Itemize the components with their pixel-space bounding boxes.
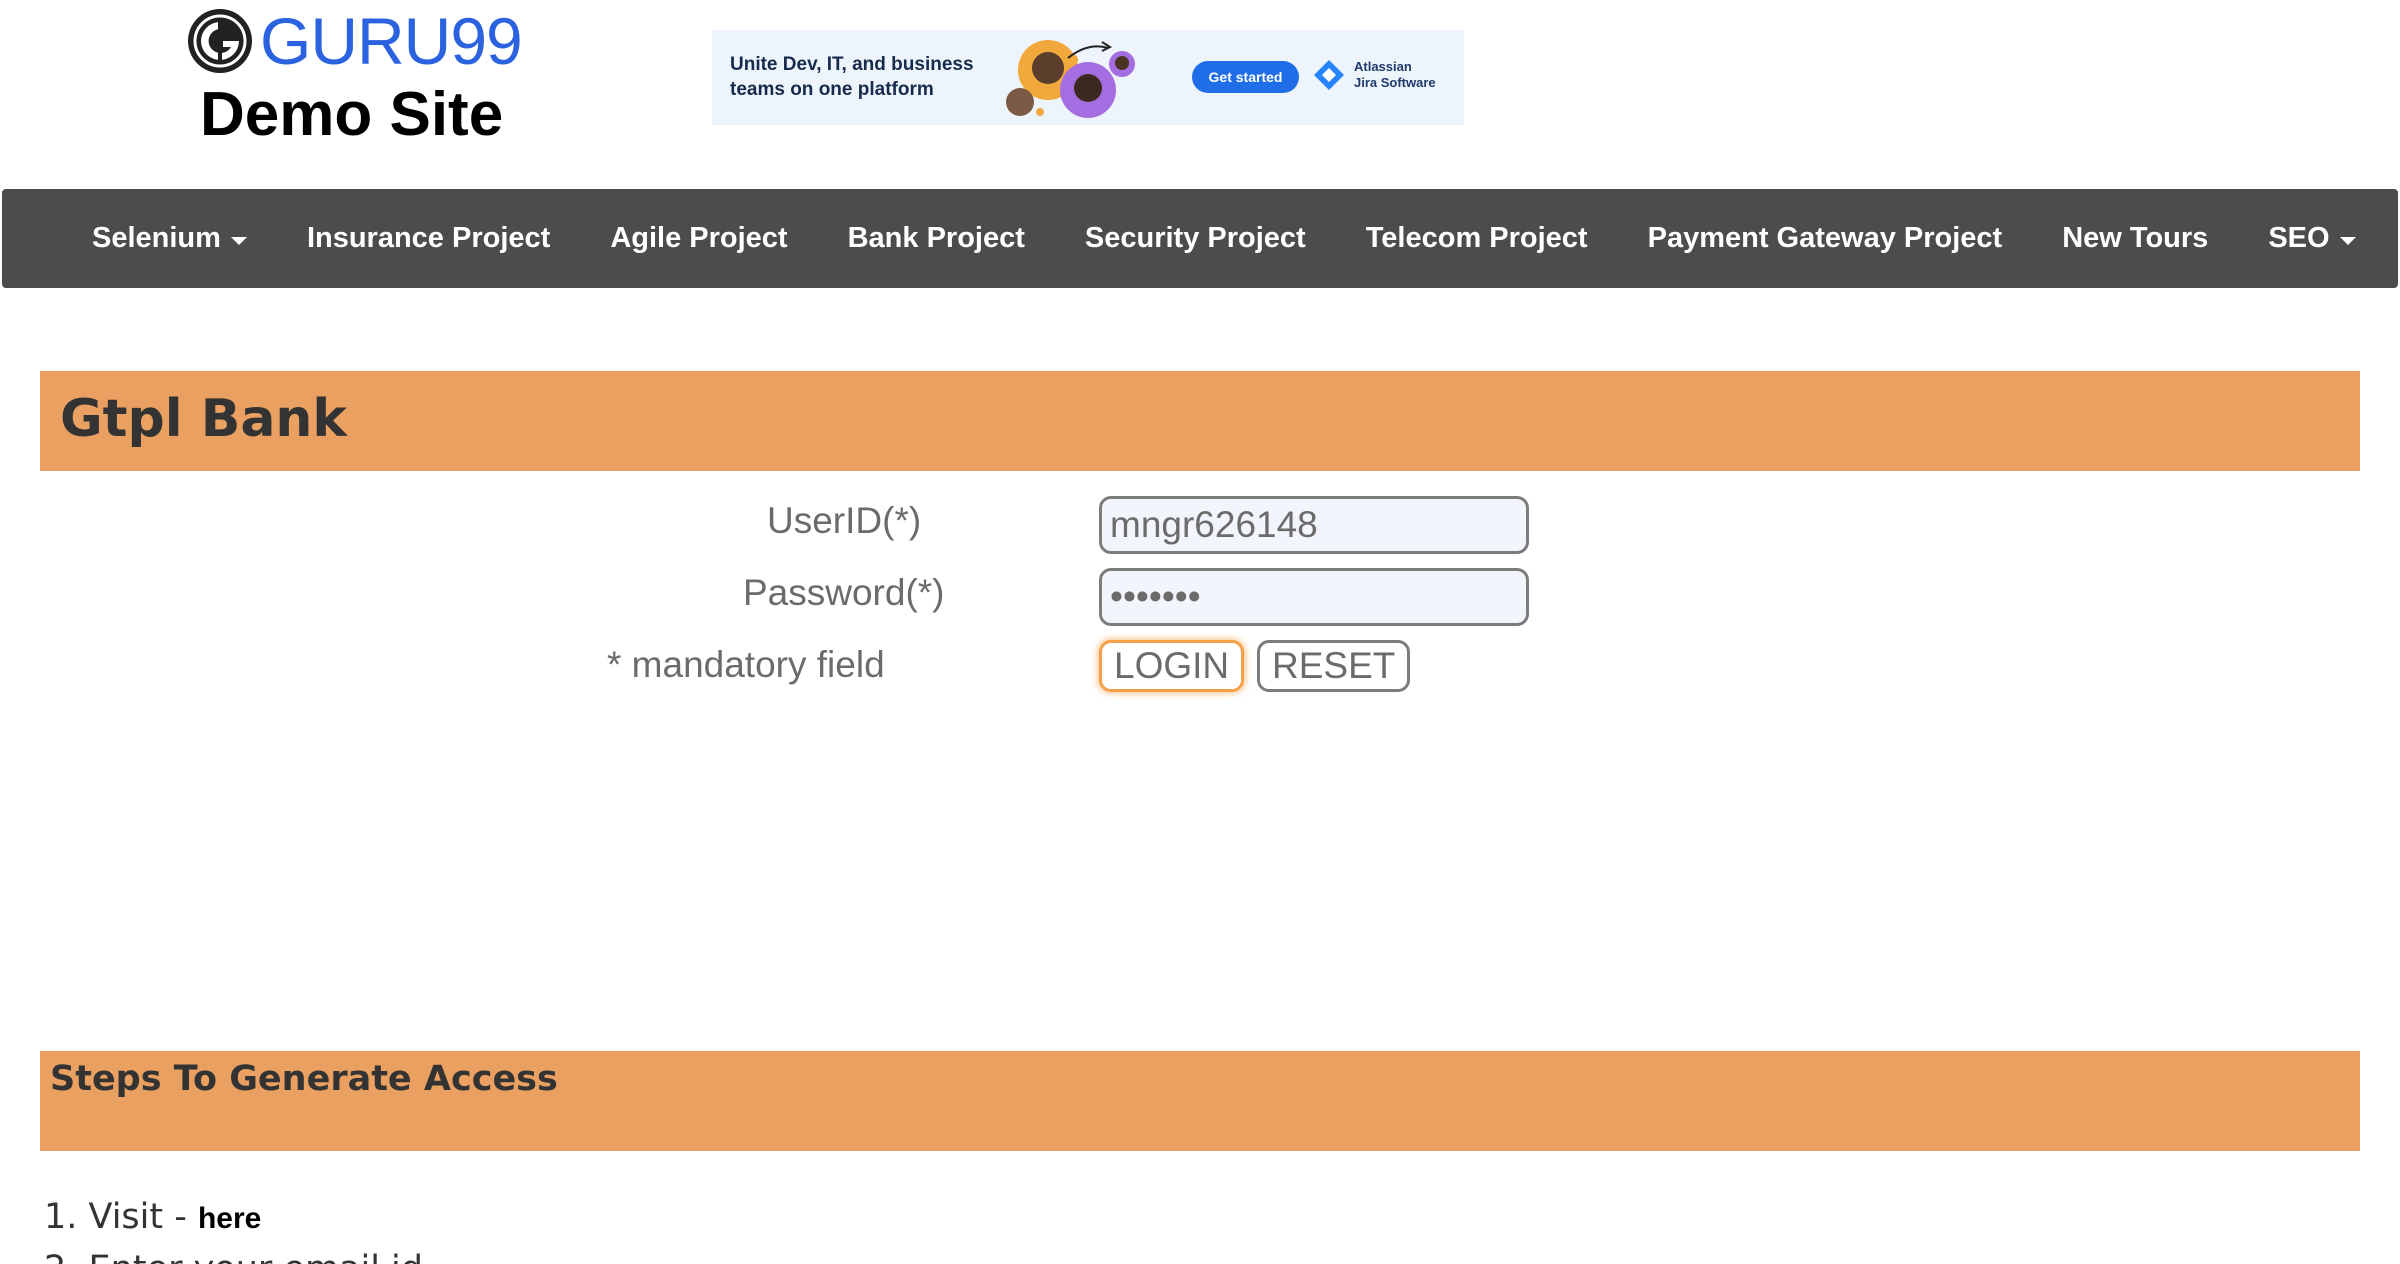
logo-row: GURU99 [188,8,528,74]
ad-banner[interactable]: Unite Dev, IT, and business teams on one… [712,30,1464,125]
password-input[interactable] [1099,568,1529,626]
ad-brand-line1: Atlassian [1354,59,1412,74]
bank-header-bar: Gtpl Bank [40,371,2360,471]
nav-item-insurance-project[interactable]: Insurance Project [277,222,580,255]
ad-illustration-icon [1006,40,1135,118]
site-logo[interactable]: GURU99 Demo Site [188,8,528,150]
nav-item-telecom-project[interactable]: Telecom Project [1336,222,1618,255]
chevron-down-icon [230,236,247,245]
list-item: 2. Enter your email id [44,1244,423,1264]
chevron-down-icon [2339,236,2356,245]
login-button[interactable]: LOGIN [1099,640,1245,692]
logo-text: GURU99 [260,4,523,78]
ad-brand-text: Atlassian Jira Software [1354,59,1436,91]
nav-items: Selenium Insurance Project Agile Project… [2,189,2398,288]
steps-title: Steps To Generate Access [50,1059,558,1099]
userid-label: UserID(*) [767,500,922,541]
guru99-logo-icon [188,9,252,73]
jira-logo-icon [1314,60,1344,90]
ad-get-started-button[interactable]: Get started [1192,61,1299,93]
password-label: Password(*) [743,572,945,613]
page: GURU99 Demo Site Unite Dev, IT, and busi… [0,0,2400,1264]
main-navbar: Selenium Insurance Project Agile Project… [2,189,2398,288]
nav-item-security-project[interactable]: Security Project [1055,222,1336,255]
ad-brand-line2: Jira Software [1354,75,1436,90]
nav-item-new-tours[interactable]: New Tours [2032,222,2238,255]
list-item: 1. Visit - here [44,1192,423,1244]
reset-button[interactable]: RESET [1257,640,1411,692]
nav-item-label: Selenium [92,222,221,254]
userid-input[interactable] [1099,496,1529,554]
site-name: Demo Site [200,80,504,149]
mandatory-field-note: * mandatory field [607,644,885,685]
step1-text: 1. Visit - [44,1197,198,1237]
nav-item-seo[interactable]: SEO [2238,222,2385,255]
ad-brand: Atlassian Jira Software [1312,58,1436,92]
page-title: Gtpl Bank [60,389,348,449]
steps-header-bar: Steps To Generate Access [40,1051,2360,1151]
nav-item-agile-project[interactable]: Agile Project [580,222,817,255]
nav-item-bank-project[interactable]: Bank Project [818,222,1055,255]
nav-item-selenium[interactable]: Selenium [62,222,277,255]
ad-headline: Unite Dev, IT, and business teams on one… [730,54,974,100]
nav-item-label: SEO [2268,222,2330,254]
steps-list: 1. Visit - here 2. Enter your email id [44,1192,423,1264]
here-link[interactable]: here [198,1202,261,1235]
nav-item-payment-gateway-project[interactable]: Payment Gateway Project [1618,222,2033,255]
